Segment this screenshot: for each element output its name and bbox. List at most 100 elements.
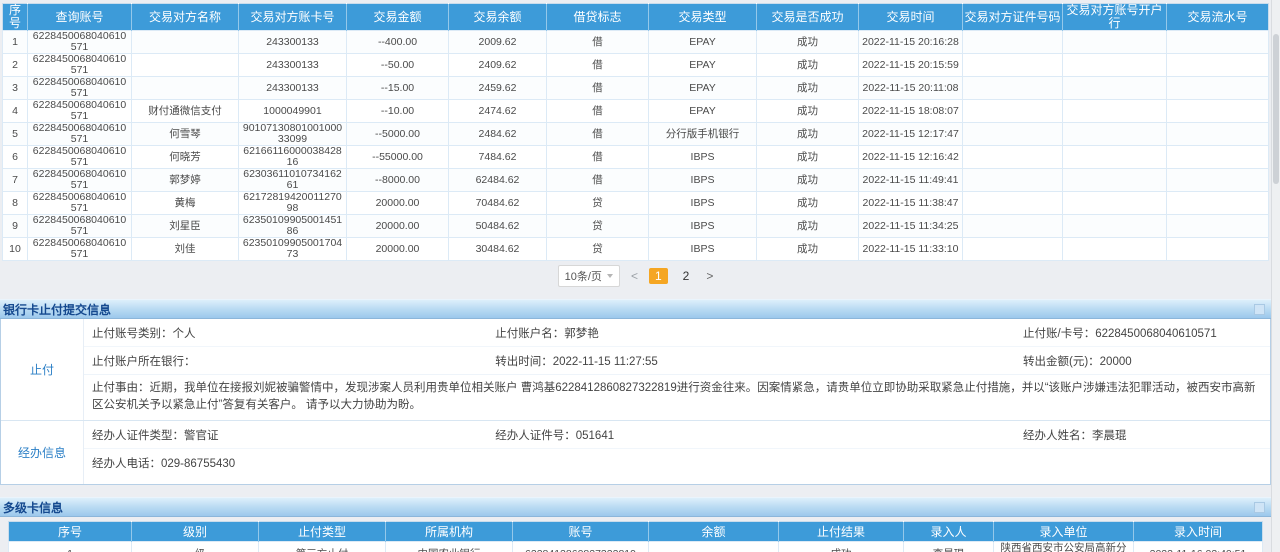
cell-id-number xyxy=(963,169,1063,192)
field-handler-id-number: 经办人证件号：051641 xyxy=(487,421,1015,448)
cell-query-account: 6228450068040610571 xyxy=(28,123,132,146)
cell-serial xyxy=(1167,77,1269,100)
column-header: 交易是否成功 xyxy=(757,4,859,31)
field-handler-name: 经办人姓名：李晨琨 xyxy=(1015,421,1270,448)
cell-serial xyxy=(1167,123,1269,146)
cell-amount: --5000.00 xyxy=(347,123,449,146)
table-row: 1 一级 第三方止付 中国农业银行 6228412860827322819 成功… xyxy=(9,542,1263,552)
cell-balance: 50484.62 xyxy=(449,215,547,238)
cell-success: 成功 xyxy=(757,215,859,238)
handler-group-label: 经办信息 xyxy=(1,421,84,484)
table-row: 1 6228450068040610571 243300133 --400.00… xyxy=(3,31,1269,54)
cell-amount: 20000.00 xyxy=(347,238,449,261)
cell-balance: 2409.62 xyxy=(449,54,547,77)
cell-seq: 1 xyxy=(9,542,132,552)
cell-query-account: 6228450068040610571 xyxy=(28,192,132,215)
cell-counterparty-card: 1000049901 xyxy=(239,100,347,123)
cell-debit-credit-flag: 借 xyxy=(547,31,649,54)
cell-counterparty-card: 243300133 xyxy=(239,77,347,100)
cell-time: 2022-11-15 20:11:08 xyxy=(859,77,963,100)
cell-balance: 30484.62 xyxy=(449,238,547,261)
table-row: 6 6228450068040610571 何晓芳 62166116000038… xyxy=(3,146,1269,169)
transactions-body: 1 6228450068040610571 243300133 --400.00… xyxy=(3,31,1269,261)
column-header: 借贷标志 xyxy=(547,4,649,31)
page-size-select[interactable]: 10条/页 xyxy=(558,265,620,287)
field-row: 经办人证件类型：警官证 经办人证件号：051641 经办人姓名：李晨琨 xyxy=(84,421,1270,448)
field-transfer-amount: 转出金额(元)：20000 xyxy=(1015,347,1270,374)
vertical-scrollbar xyxy=(1271,0,1280,552)
cell-balance xyxy=(649,542,779,552)
field-card-number: 止付账/卡号：6228450068040610571 xyxy=(1015,319,1270,346)
cell-balance: 2009.62 xyxy=(449,31,547,54)
stop-payment-group-label: 止付 xyxy=(1,319,84,420)
cell-success: 成功 xyxy=(757,169,859,192)
cell-time: 2022-11-15 11:34:25 xyxy=(859,215,963,238)
table-row: 7 6228450068040610571 郭梦婷 62303611010734… xyxy=(3,169,1269,192)
table-row: 8 6228450068040610571 黄梅 621728194200112… xyxy=(3,192,1269,215)
column-header: 录入单位 xyxy=(994,522,1134,542)
cell-id-number xyxy=(963,238,1063,261)
cell-time: 2022-11-15 20:15:59 xyxy=(859,54,963,77)
column-header: 账号 xyxy=(513,522,649,542)
cell-entry-person: 李晨琨 xyxy=(904,542,994,552)
table-row: 2 6228450068040610571 243300133 --50.00 … xyxy=(3,54,1269,77)
column-header: 级别 xyxy=(132,522,259,542)
column-header: 交易对方账卡号 xyxy=(239,4,347,31)
cell-time: 2022-11-15 18:08:07 xyxy=(859,100,963,123)
cell-bank xyxy=(1063,123,1167,146)
cell-success: 成功 xyxy=(757,77,859,100)
cell-counterparty-card: 6217281942001127098 xyxy=(239,192,347,215)
cell-seq: 1 xyxy=(3,31,28,54)
cell-query-account: 6228450068040610571 xyxy=(28,100,132,123)
chevron-right-icon[interactable]: > xyxy=(704,269,715,283)
cell-counterparty-name: 刘佳 xyxy=(132,238,239,261)
cell-counterparty-card: 6216611600003842816 xyxy=(239,146,347,169)
cell-success: 成功 xyxy=(757,146,859,169)
cell-seq: 9 xyxy=(3,215,28,238)
cell-serial xyxy=(1167,169,1269,192)
cell-counterparty-card: 243300133 xyxy=(239,31,347,54)
stop-payment-group: 止付 止付账号类别：个人 止付账户名：郭梦艳 止付账/卡号：6228450068… xyxy=(1,319,1270,420)
cell-debit-credit-flag: 借 xyxy=(547,77,649,100)
stop-payment-panel-header: 银行卡止付提交信息 xyxy=(0,299,1271,319)
field-row: 止付账户所在银行： 转出时间：2022-11-15 11:27:55 转出金额(… xyxy=(84,346,1270,374)
stop-payment-fields: 止付账号类别：个人 止付账户名：郭梦艳 止付账/卡号：6228450068040… xyxy=(84,319,1270,420)
cell-counterparty-card: 6235010990500145186 xyxy=(239,215,347,238)
cell-bank xyxy=(1063,192,1167,215)
cell-counterparty-name: 何雪琴 xyxy=(132,123,239,146)
column-header: 所属机构 xyxy=(386,522,513,542)
cell-entry-unit: 陕西省西安市公安局高新分局刑警大队 xyxy=(994,542,1134,552)
cell-entry-time: 2022-11-16 03:40:51 xyxy=(1134,542,1263,552)
cell-transaction-type: IBPS xyxy=(649,169,757,192)
cell-time: 2022-11-15 20:16:28 xyxy=(859,31,963,54)
field-row: 止付账号类别：个人 止付账户名：郭梦艳 止付账/卡号：6228450068040… xyxy=(84,319,1270,346)
cell-debit-credit-flag: 贷 xyxy=(547,215,649,238)
cell-amount: --8000.00 xyxy=(347,169,449,192)
cell-seq: 7 xyxy=(3,169,28,192)
cell-amount: --50.00 xyxy=(347,54,449,77)
cell-id-number xyxy=(963,77,1063,100)
cell-balance: 62484.62 xyxy=(449,169,547,192)
column-header: 交易流水号 xyxy=(1167,4,1269,31)
column-header: 余额 xyxy=(649,522,779,542)
page-button-2[interactable]: 2 xyxy=(677,268,696,284)
collapse-icon[interactable] xyxy=(1254,502,1265,513)
multicard-header-row: 序号级别止付类型所属机构账号余额止付结果录入人录入单位录入时间 xyxy=(9,522,1263,542)
column-header: 止付结果 xyxy=(779,522,904,542)
cell-seq: 5 xyxy=(3,123,28,146)
collapse-icon[interactable] xyxy=(1254,304,1265,315)
cell-counterparty-name: 何晓芳 xyxy=(132,146,239,169)
cell-id-number xyxy=(963,146,1063,169)
field-handler-phone: 经办人电话：029-86755430 xyxy=(84,449,487,476)
cell-balance: 2474.62 xyxy=(449,100,547,123)
chevron-left-icon[interactable]: < xyxy=(629,269,640,283)
cell-amount: --15.00 xyxy=(347,77,449,100)
cell-serial xyxy=(1167,215,1269,238)
cell-bank xyxy=(1063,146,1167,169)
cell-debit-credit-flag: 借 xyxy=(547,123,649,146)
cell-query-account: 6228450068040610571 xyxy=(28,77,132,100)
cell-transaction-type: IBPS xyxy=(649,238,757,261)
page-button-1[interactable]: 1 xyxy=(649,268,668,284)
scrollbar-thumb[interactable] xyxy=(1273,34,1279,184)
chevron-down-icon xyxy=(607,274,613,278)
